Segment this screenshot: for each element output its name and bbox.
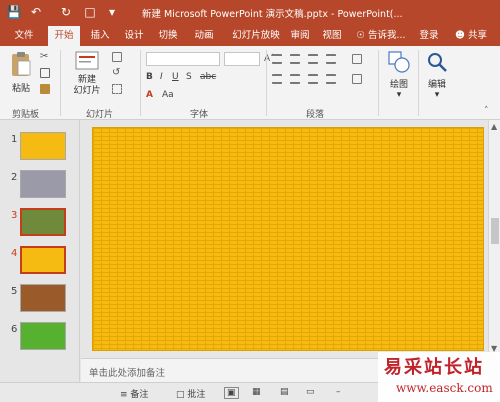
slide-thumbnails-pane: 1 2 3 4 5 6 xyxy=(0,120,80,382)
align-center-icon[interactable] xyxy=(290,74,300,84)
shadow-icon[interactable]: S xyxy=(186,72,192,82)
slide-thumbnail[interactable] xyxy=(20,132,66,160)
person-icon: ☻ xyxy=(455,30,465,41)
lightbulb-icon: ☉ xyxy=(356,30,365,41)
slide-number: 2 xyxy=(11,172,18,183)
notes-button[interactable]: ≡ 备注 xyxy=(120,387,148,400)
group-divider xyxy=(418,50,419,116)
notes-icon: ≡ xyxy=(120,390,128,400)
group-label-slides: 幻灯片 xyxy=(86,110,114,120)
tab-insert[interactable]: 插入 xyxy=(84,26,116,46)
change-case-icon[interactable]: Aa xyxy=(162,90,174,100)
group-divider xyxy=(266,50,267,116)
site-watermark: 易采站长站 www.easck.com xyxy=(378,352,500,402)
new-slide-button[interactable]: 新建 幻灯片 xyxy=(68,50,106,97)
chevron-down-icon: ▾ xyxy=(396,90,402,100)
tab-transitions[interactable]: 切换 xyxy=(152,26,184,46)
clipboard-icon xyxy=(12,52,31,76)
slide-thumbnail[interactable] xyxy=(20,170,66,198)
align-text-icon[interactable] xyxy=(352,74,362,84)
slideshow-start-icon[interactable]: □ xyxy=(82,4,98,20)
underline-icon[interactable]: U xyxy=(172,72,179,82)
copy-icon[interactable] xyxy=(40,68,50,78)
numbering-icon[interactable] xyxy=(290,54,300,64)
group-label-font: 字体 xyxy=(190,110,209,120)
align-right-icon[interactable] xyxy=(308,74,318,84)
scroll-up-icon[interactable]: ▲ xyxy=(491,122,497,131)
slide-number: 6 xyxy=(11,324,18,335)
slide-thumbnail[interactable] xyxy=(20,322,66,350)
shapes-icon xyxy=(388,51,410,73)
watermark-text-cn: 易采站长站 xyxy=(384,357,484,378)
slide-sorter-icon[interactable]: ▦ xyxy=(252,387,261,397)
group-label-clipboard: 剪贴板 xyxy=(12,110,40,120)
tab-slideshow[interactable]: 幻灯片放映 xyxy=(226,26,286,46)
justify-icon[interactable] xyxy=(326,74,336,84)
comment-icon: □ xyxy=(176,390,185,400)
editing-button[interactable]: 编辑 ▾ xyxy=(422,50,452,100)
comments-button[interactable]: □ 批注 xyxy=(176,387,205,400)
slide-number: 3 xyxy=(11,210,18,221)
redo-icon[interactable]: ↻ xyxy=(58,4,74,20)
slide-number: 4 xyxy=(11,248,18,259)
slide-thumbnail[interactable] xyxy=(20,208,66,236)
font-name-dropdown[interactable] xyxy=(146,52,220,66)
share-button[interactable]: ☻ 共享 xyxy=(448,26,494,46)
signin-link[interactable]: 登录 xyxy=(416,26,442,46)
ribbon-home: 粘贴 ✂ 新建 幻灯片 ↺ A˄ B I U S abc A Aa 绘图 ▾ 编… xyxy=(0,46,500,120)
font-size-dropdown[interactable] xyxy=(224,52,260,66)
slide-number: 1 xyxy=(11,134,18,145)
text-direction-icon[interactable] xyxy=(352,54,362,64)
group-label-paragraph: 段落 xyxy=(306,110,325,120)
tab-home[interactable]: 开始 xyxy=(48,26,80,46)
font-color-icon[interactable]: A xyxy=(146,90,153,100)
slide-number: 5 xyxy=(11,286,18,297)
italic-icon[interactable]: I xyxy=(160,72,163,82)
format-painter-icon[interactable] xyxy=(40,84,50,94)
customize-toolbar-icon[interactable]: ▾ xyxy=(104,4,120,20)
tab-design[interactable]: 设计 xyxy=(118,26,150,46)
group-divider xyxy=(140,50,141,116)
bold-icon[interactable]: B xyxy=(146,72,153,82)
tab-review[interactable]: 审阅 xyxy=(286,26,314,46)
layout-icon[interactable] xyxy=(112,52,122,62)
zoom-out-icon[interactable]: – xyxy=(336,387,341,397)
save-icon[interactable]: 💾 xyxy=(6,4,22,20)
current-slide[interactable] xyxy=(92,127,484,351)
reset-icon[interactable]: ↺ xyxy=(112,68,122,78)
group-divider xyxy=(378,50,379,116)
group-divider xyxy=(60,50,61,116)
tab-view[interactable]: 视图 xyxy=(318,26,346,46)
align-left-icon[interactable] xyxy=(272,74,282,84)
new-slide-icon xyxy=(75,51,99,70)
slide-thumbnail[interactable] xyxy=(20,246,66,274)
watermark-text-url: www.easck.com xyxy=(396,381,493,395)
title-bar: 💾 ↶ ↻ □ ▾ 新建 Microsoft PowerPoint 演示文稿.p… xyxy=(0,0,500,26)
slide-editor xyxy=(81,120,488,356)
find-icon xyxy=(428,53,447,72)
vertical-scrollbar[interactable]: ▲ ▼ xyxy=(488,120,500,356)
strikethrough-icon[interactable]: abc xyxy=(200,72,216,82)
normal-view-icon[interactable]: ▣ xyxy=(224,387,239,399)
tab-animations[interactable]: 动画 xyxy=(188,26,220,46)
ribbon-tabs: 文件 开始 插入 设计 切换 动画 幻灯片放映 审阅 视图 ☉ 告诉我... 登… xyxy=(0,26,500,46)
scrollbar-thumb[interactable] xyxy=(491,218,499,244)
decrease-indent-icon[interactable] xyxy=(308,54,318,64)
drawing-button[interactable]: 绘图 ▾ xyxy=(384,50,414,100)
increase-indent-icon[interactable] xyxy=(326,54,336,64)
chevron-down-icon: ▾ xyxy=(434,90,440,100)
slideshow-view-icon[interactable]: ▭ xyxy=(306,387,315,397)
notes-placeholder: 单击此处添加备注 xyxy=(89,368,166,379)
window-title: 新建 Microsoft PowerPoint 演示文稿.pptx - Powe… xyxy=(142,9,403,20)
paste-button[interactable]: 粘贴 xyxy=(6,50,36,94)
collapse-ribbon-icon[interactable]: ˄ xyxy=(484,106,489,116)
cut-icon[interactable]: ✂ xyxy=(40,52,50,62)
undo-icon[interactable]: ↶ xyxy=(28,4,44,20)
slide-thumbnail[interactable] xyxy=(20,284,66,312)
bullets-icon[interactable] xyxy=(272,54,282,64)
reading-view-icon[interactable]: ▤ xyxy=(280,387,289,397)
tab-file[interactable]: 文件 xyxy=(6,26,42,46)
tell-me-box[interactable]: ☉ 告诉我... xyxy=(352,26,410,46)
section-icon[interactable] xyxy=(112,84,122,94)
